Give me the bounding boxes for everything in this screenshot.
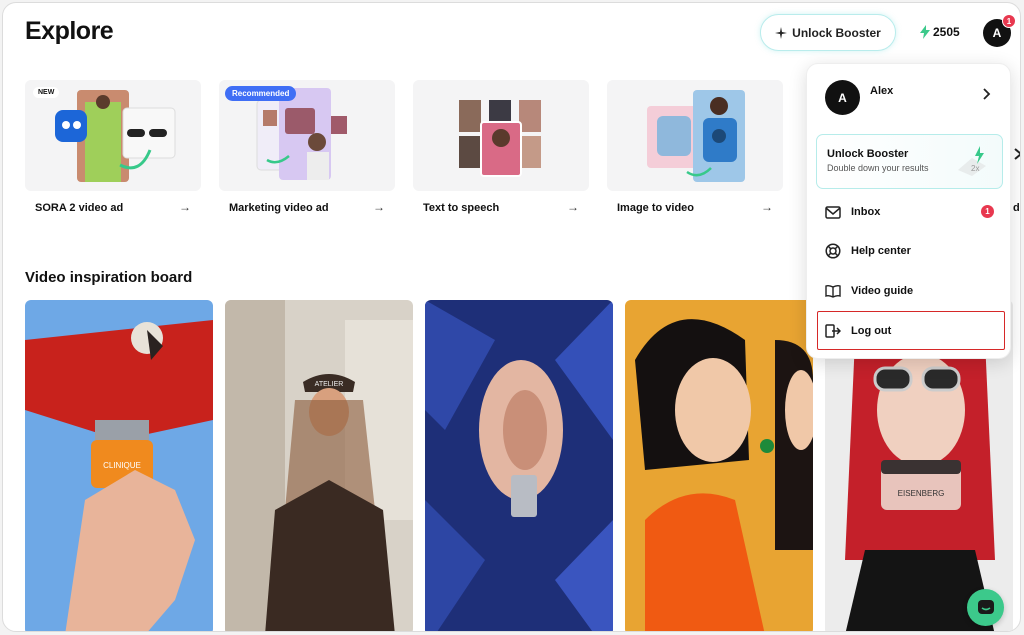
section-title: Video inspiration board [25,269,193,286]
inbox-badge: 1 [981,205,994,218]
lightning-icon [920,25,930,39]
booster-title: Unlock Booster [827,148,909,160]
tool-label: SORA 2 video ad [35,202,124,214]
tool-card-sora-video-ad[interactable]: NEW SORA 2 video ad → [25,80,201,220]
arrow-right-icon: → [179,200,191,214]
menu-item-inbox[interactable]: Inbox [825,201,1005,223]
page-title: Explore [25,17,114,45]
tool-label: Text to speech [423,202,500,214]
tool-thumbnail: NEW [25,80,201,191]
whispering-women-image [625,300,813,631]
tool-thumbnail: Recommended [219,80,395,191]
menu-item-label: Inbox [851,206,881,218]
unlock-booster-card[interactable]: Unlock Booster Double down your results … [816,134,1003,189]
user-name[interactable]: Alex [870,85,893,97]
clinique-jar-logo: CLINIQUE [103,461,141,470]
inspiration-card[interactable] [425,300,613,631]
jacket-collage-image [647,90,745,182]
credits-display[interactable]: 2505 [920,25,960,39]
recommended-badge: Recommended [225,86,297,101]
inspiration-card[interactable]: ATELIER [225,300,413,631]
user-menu-dropdown: A Alex Unlock Booster Double down your r… [806,63,1011,359]
booster-2x-icon: 2x [958,146,986,176]
booster-subtitle: Double down your results [827,163,929,173]
menu-item-help-center[interactable]: Help center [825,240,1005,262]
menu-item-label: Help center [851,245,911,257]
unlock-booster-label: Unlock Booster [792,25,881,40]
parrot-image: CLINIQUE [25,300,213,631]
arrow-right-icon: → [761,200,773,214]
book-icon [825,284,841,298]
inspiration-card[interactable]: CLINIQUE [25,300,213,631]
arrow-right-icon: → [373,200,385,214]
avatar-grid-image [459,100,541,177]
lifebuoy-icon [825,243,841,259]
carousel-next-icon[interactable] [1013,147,1021,161]
partial-tool-label: di [1013,202,1020,214]
mail-icon [825,205,841,219]
chat-support-button[interactable] [967,589,1004,626]
menu-item-log-out[interactable]: Log out [825,320,1005,342]
unlock-booster-button[interactable]: Unlock Booster [760,14,896,51]
notification-badge: 1 [1002,14,1016,28]
avatar-initial: A [992,26,1002,40]
menu-item-label: Video guide [851,285,914,297]
logout-icon [825,324,841,338]
menu-avatar[interactable]: A [825,80,860,115]
inspiration-card[interactable] [625,300,813,631]
app-window: Explore Unlock Booster 2505 A 1 NEW SORA… [2,2,1021,632]
tool-thumbnail [413,80,589,191]
tool-card-marketing-video-ad[interactable]: Recommended Marketing video ad → [219,80,395,220]
tool-label: Marketing video ad [229,202,329,214]
chat-icon [977,599,994,614]
booster-multiplier: 2x [971,164,979,173]
tool-label: Image to video [617,202,695,214]
arrow-right-icon: → [567,200,579,214]
tool-card-text-to-speech[interactable]: Text to speech → [413,80,589,220]
street-fashion-image: ATELIER [225,300,413,631]
credits-count: 2505 [933,25,960,39]
eisenberg-jar-logo: EISENBERG [898,489,945,498]
tool-thumbnail [607,80,783,191]
earring-image [425,300,613,631]
menu-avatar-initial: A [838,90,847,105]
menu-item-label: Log out [851,325,892,337]
sparkle-icon [775,26,788,39]
atelier-cap-logo: ATELIER [315,381,344,388]
new-badge: NEW [33,87,60,98]
chevron-right-icon[interactable] [983,88,991,100]
menu-item-video-guide[interactable]: Video guide [825,280,1005,302]
tool-card-image-to-video[interactable]: Image to video → [607,80,783,220]
